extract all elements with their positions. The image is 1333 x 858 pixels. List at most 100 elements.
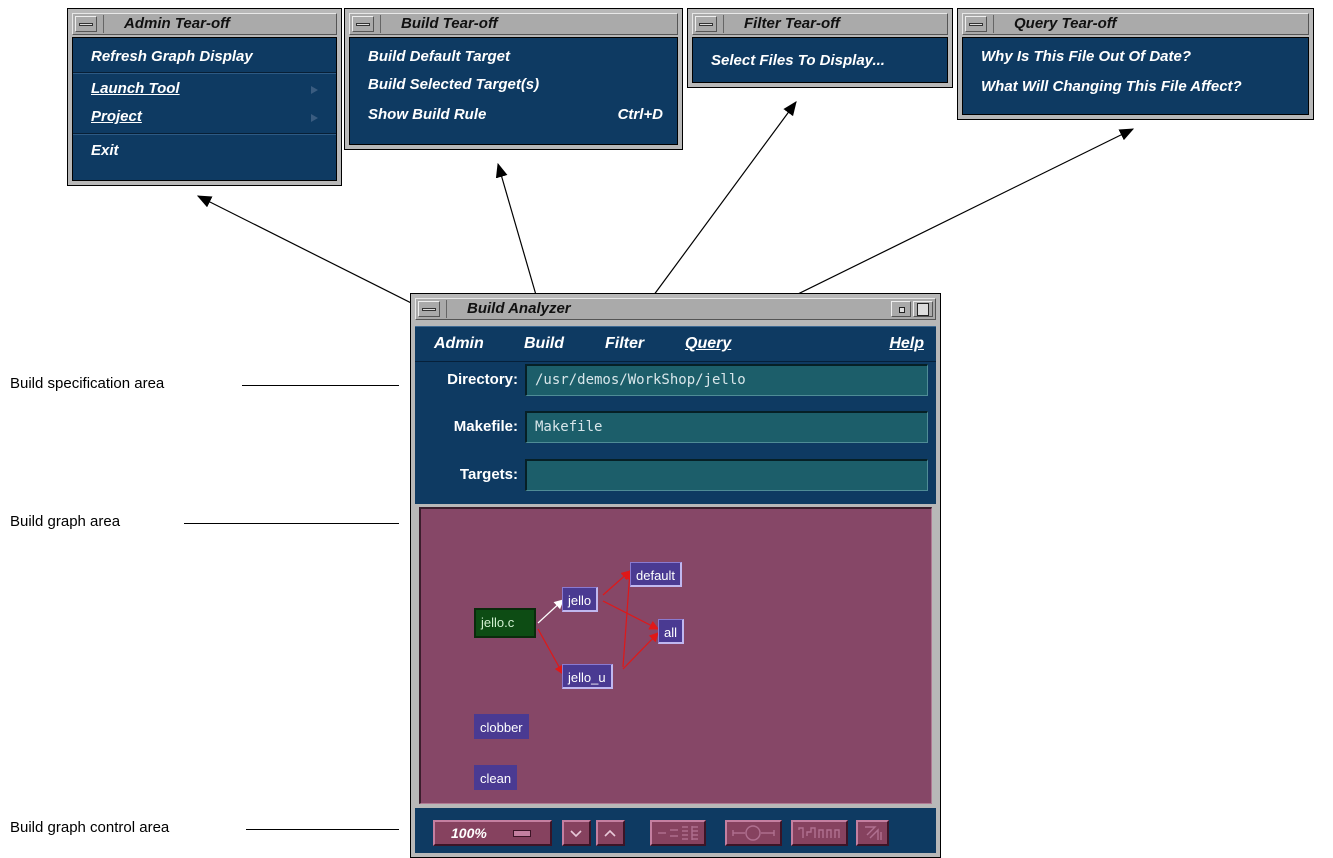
rotate-button[interactable] — [856, 820, 889, 846]
build-tearoff-menu: Build Default Target Build Selected Targ… — [349, 37, 678, 145]
menu-item-label: Select Files To Display... — [711, 52, 885, 69]
build-graph-area[interactable]: jello.c jello default all jello_u clobbe… — [419, 507, 932, 804]
overview-button[interactable] — [725, 820, 782, 846]
admin-tearoff-title: Admin Tear-off — [103, 15, 334, 33]
graph-node-jello-u[interactable]: jello_u — [562, 664, 613, 689]
cascade-arrow-icon — [311, 114, 318, 122]
build-analyzer-titlebar[interactable]: Build Analyzer — [415, 298, 936, 320]
what-will-change-item[interactable]: What Will Changing This File Affect? — [963, 72, 1308, 102]
build-specification-area: Directory: /usr/demos/WorkShop/jello Mak… — [415, 362, 936, 504]
directory-field[interactable]: /usr/demos/WorkShop/jello — [525, 364, 928, 396]
filter-tearoff-titlebar[interactable]: Filter Tear-off — [692, 13, 948, 35]
zoom-menu-button[interactable]: 100% — [433, 820, 552, 846]
directory-label: Directory: — [447, 371, 518, 388]
build-tearoff-title: Build Tear-off — [380, 15, 675, 33]
graph-node-clean[interactable]: clean — [474, 765, 518, 790]
window-menu-icon[interactable] — [965, 16, 987, 32]
menu-item-label: Why Is This File Out Of Date? — [981, 48, 1192, 65]
targets-label: Targets: — [459, 466, 518, 483]
project-item[interactable]: Project — [73, 102, 336, 132]
graph-node-jello-c[interactable]: jello.c — [474, 608, 536, 638]
tree-layout-icon — [798, 827, 840, 838]
menu-item-label: Show Build Rule — [368, 106, 487, 123]
menu-filter[interactable]: Filter — [605, 327, 644, 361]
window-title: Build Analyzer — [446, 300, 885, 318]
build-default-target-item[interactable]: Build Default Target — [350, 42, 677, 72]
filter-tearoff-title: Filter Tear-off — [723, 15, 945, 33]
targets-field[interactable] — [525, 459, 928, 491]
menu-separator — [73, 133, 336, 135]
maximize-icon[interactable] — [913, 301, 933, 317]
admin-tearoff-titlebar[interactable]: Admin Tear-off — [72, 13, 337, 35]
select-files-item[interactable]: Select Files To Display... — [693, 46, 947, 76]
makefile-field[interactable]: Makefile — [525, 411, 928, 443]
zoom-in-button[interactable] — [596, 820, 625, 846]
graph-node-clobber[interactable]: clobber — [474, 714, 529, 739]
menu-build[interactable]: Build — [524, 327, 564, 361]
callout-line — [184, 523, 399, 524]
admin-tearoff-menu: Refresh Graph Display Launch Tool Projec… — [72, 37, 337, 181]
menu-item-label: What Will Changing This File Affect? — [981, 78, 1242, 95]
graph-edge — [537, 599, 564, 624]
build-tearoff-titlebar[interactable]: Build Tear-off — [349, 13, 678, 35]
menu-item-label: Build Default Target — [368, 48, 510, 65]
callout-line — [246, 829, 399, 830]
menu-item-label: Launch Tool — [91, 80, 180, 97]
query-tearoff-window: Query Tear-off Why Is This File Out Of D… — [957, 8, 1314, 120]
option-menu-indicator-icon — [513, 830, 531, 837]
graph-edge — [622, 569, 635, 668]
menu-item-label: Build Selected Target(s) — [368, 76, 540, 93]
overview-icon — [732, 825, 775, 841]
window-menu-icon[interactable] — [352, 16, 374, 32]
build-graph-control-area: 100% — [415, 808, 936, 853]
callout-build-specification: Build specification area — [10, 375, 165, 392]
makefile-label: Makefile: — [453, 418, 518, 435]
graph-node-all[interactable]: all — [658, 619, 685, 644]
accelerator-label: Ctrl+D — [617, 106, 663, 123]
menu-help[interactable]: Help — [889, 327, 924, 361]
why-out-of-date-item[interactable]: Why Is This File Out Of Date? — [963, 42, 1308, 72]
graph-edge — [537, 628, 564, 676]
layout-icon — [658, 826, 698, 840]
graph-edge — [602, 600, 660, 630]
menu-admin[interactable]: Admin — [434, 327, 484, 361]
admin-tearoff-window: Admin Tear-off Refresh Graph Display Lau… — [67, 8, 342, 186]
menu-bar: Admin Build Filter Query Help — [415, 326, 936, 362]
rotate-icon — [865, 826, 882, 840]
callout-build-graph-control: Build graph control area — [10, 819, 170, 836]
callout-line — [242, 385, 399, 386]
query-tearoff-title: Query Tear-off — [993, 15, 1306, 33]
layout-button[interactable] — [650, 820, 706, 846]
refresh-graph-display-item[interactable]: Refresh Graph Display — [73, 42, 336, 72]
exit-item[interactable]: Exit — [73, 136, 336, 166]
cascade-arrow-icon — [311, 86, 318, 94]
zoom-label: 100% — [451, 825, 487, 841]
window-menu-icon[interactable] — [695, 16, 717, 32]
filter-tearoff-menu: Select Files To Display... — [692, 37, 948, 83]
graph-node-jello[interactable]: jello — [562, 587, 599, 612]
graph-edge — [622, 632, 659, 670]
chevron-down-icon — [570, 830, 582, 838]
graph-edges — [537, 569, 660, 676]
minimize-icon[interactable] — [891, 301, 911, 317]
menu-item-label: Exit — [91, 142, 119, 159]
query-tearoff-menu: Why Is This File Out Of Date? What Will … — [962, 37, 1309, 115]
realign-button[interactable] — [791, 820, 848, 846]
window-menu-icon[interactable] — [75, 16, 97, 32]
build-analyzer-window: Build Analyzer Admin Build Filter Query … — [410, 293, 941, 858]
callout-build-graph: Build graph area — [10, 513, 121, 530]
build-selected-targets-item[interactable]: Build Selected Target(s) — [350, 70, 677, 100]
menu-query[interactable]: Query — [685, 327, 731, 361]
chevron-up-icon — [604, 829, 616, 837]
filter-tearoff-window: Filter Tear-off Select Files To Display.… — [687, 8, 953, 88]
window-menu-icon[interactable] — [418, 301, 440, 317]
zoom-out-button[interactable] — [562, 820, 591, 846]
menu-item-label: Project — [91, 108, 142, 125]
menu-item-label: Refresh Graph Display — [91, 48, 253, 65]
build-tearoff-window: Build Tear-off Build Default Target Buil… — [344, 8, 683, 150]
graph-edge — [602, 570, 631, 596]
graph-node-default[interactable]: default — [630, 562, 683, 587]
show-build-rule-item[interactable]: Show Build Rule Ctrl+D — [350, 100, 677, 130]
query-tearoff-titlebar[interactable]: Query Tear-off — [962, 13, 1309, 35]
launch-tool-item[interactable]: Launch Tool — [73, 74, 336, 104]
